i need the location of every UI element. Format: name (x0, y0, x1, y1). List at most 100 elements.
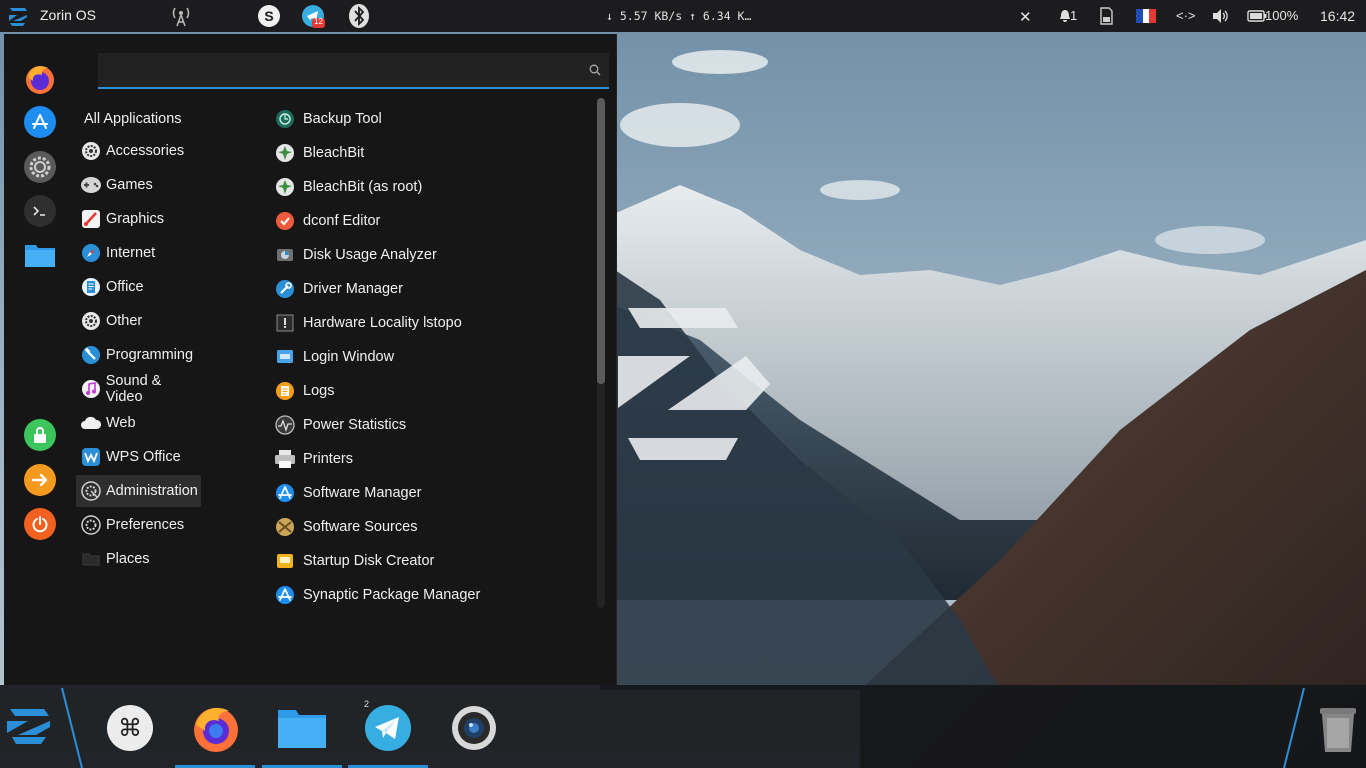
skype-icon[interactable]: S (256, 3, 282, 29)
scrollbar-thumb[interactable] (597, 98, 605, 384)
settings-icon[interactable] (24, 151, 56, 183)
preferences-icon (80, 514, 102, 536)
sd-card-icon[interactable] (1093, 3, 1119, 29)
category-label: Web (106, 415, 136, 431)
app-hardware-locality-lstopo[interactable]: Hardware Locality lstopo (272, 307, 592, 339)
keyboard-layout-flag-icon[interactable] (1133, 3, 1159, 29)
software-manager-icon (274, 482, 296, 504)
category-programming[interactable]: Programming (76, 339, 201, 371)
software-store-icon[interactable] (24, 106, 56, 138)
app-startup-disk-creator[interactable]: Startup Disk Creator (272, 545, 592, 577)
menu-button-label[interactable]: Zorin OS (40, 7, 96, 23)
network-connection-icon[interactable]: <·> (1176, 8, 1196, 23)
bleachbit-icon (274, 142, 296, 164)
network-speed-indicator[interactable]: ↓ 5.57 KB/s ↑ 6.34 K… (606, 9, 751, 23)
power-icon[interactable] (24, 508, 56, 540)
terminal-icon[interactable] (24, 195, 56, 227)
category-label: Games (106, 177, 153, 193)
battery-percent: 100% (1265, 8, 1299, 23)
app-software-sources[interactable]: Software Sources (272, 511, 592, 543)
category-label: WPS Office (106, 449, 181, 465)
category-sound-video[interactable]: Sound & Video (76, 373, 201, 405)
app-label: Printers (303, 451, 353, 467)
dock-separator-left (61, 688, 83, 768)
zorin-menu-icon[interactable] (4, 699, 54, 749)
category-label: Preferences (106, 517, 185, 533)
category-games[interactable]: Games (76, 169, 201, 201)
app-label: Synaptic Package Manager (303, 587, 481, 603)
app-synaptic-package-manager[interactable]: Synaptic Package Manager (272, 579, 592, 611)
brush-icon (80, 208, 102, 230)
category-label: All Applications (84, 111, 182, 127)
antenna-icon[interactable] (168, 3, 194, 29)
telegram-tray-icon[interactable]: 12 (300, 3, 326, 29)
search-box (98, 53, 609, 89)
files-icon[interactable] (24, 239, 56, 271)
category-other[interactable]: Other (76, 305, 201, 337)
category-label: Programming (106, 347, 194, 363)
telegram-dock-badge: 2 (364, 699, 370, 709)
category-label: Internet (106, 245, 156, 261)
compass-icon (80, 242, 102, 264)
app-label: dconf Editor (303, 213, 381, 229)
music-icon (80, 378, 102, 400)
app-login-window[interactable]: Login Window (272, 341, 592, 373)
category-administration[interactable]: Administration (76, 475, 201, 507)
screenshot-tool-icon[interactable] (449, 703, 499, 753)
category-accessories[interactable]: Accessories (76, 135, 201, 167)
app-label: Software Manager (303, 485, 422, 501)
category-web[interactable]: Web (76, 407, 201, 439)
app-label: Software Sources (303, 519, 418, 535)
gear-icon (80, 140, 102, 162)
lock-screen-icon[interactable] (24, 419, 56, 451)
bluetooth-icon[interactable] (346, 3, 372, 29)
show-applications-icon[interactable]: ⌘ (105, 703, 155, 753)
gamepad-icon (80, 174, 102, 196)
category-wps-office[interactable]: WPS Office (76, 441, 201, 473)
app-label: Startup Disk Creator (303, 553, 435, 569)
app-label: BleachBit (as root) (303, 179, 423, 195)
category-all-applications[interactable]: All Applications (76, 103, 201, 135)
backup-icon (274, 108, 296, 130)
trash-icon[interactable] (1313, 705, 1363, 755)
app-label: BleachBit (303, 145, 365, 161)
files-dock-icon[interactable] (277, 703, 327, 753)
category-preferences[interactable]: Preferences (76, 509, 201, 541)
app-printers[interactable]: Printers (272, 443, 592, 475)
category-office[interactable]: Office (76, 271, 201, 303)
folder-icon (80, 548, 102, 570)
category-internet[interactable]: Internet (76, 237, 201, 269)
dock: ⌘ 2 (0, 685, 1366, 768)
app-power-statistics[interactable]: Power Statistics (272, 409, 592, 441)
driver-icon (274, 278, 296, 300)
app-label: Disk Usage Analyzer (303, 247, 437, 263)
app-backup-tool[interactable]: Backup Tool (272, 103, 592, 135)
hammer-icon (80, 344, 102, 366)
app-disk-usage-analyzer[interactable]: Disk Usage Analyzer (272, 239, 592, 271)
category-graphics[interactable]: Graphics (76, 203, 201, 235)
dconf-icon (274, 210, 296, 232)
category-places[interactable]: Places (76, 543, 201, 575)
volume-icon[interactable] (1207, 3, 1233, 29)
app-label: Login Window (303, 349, 395, 365)
close-icon[interactable]: ✕ (1019, 8, 1032, 26)
search-input[interactable] (98, 53, 609, 87)
synaptic-icon (274, 584, 296, 606)
zorin-logo-icon[interactable] (8, 6, 28, 26)
category-label: Office (106, 279, 144, 295)
app-dconf-editor[interactable]: dconf Editor (272, 205, 592, 237)
logout-icon[interactable] (24, 464, 56, 496)
app-driver-manager[interactable]: Driver Manager (272, 273, 592, 305)
telegram-dock-icon[interactable]: 2 (363, 699, 413, 753)
app-label: Hardware Locality lstopo (303, 315, 462, 331)
printer-icon (274, 448, 296, 470)
firefox-dock-icon[interactable] (191, 703, 241, 753)
app-logs[interactable]: Logs (272, 375, 592, 407)
clock[interactable]: 16:42 (1320, 8, 1355, 24)
app-bleachbit[interactable]: BleachBit (272, 137, 592, 169)
app-software-manager[interactable]: Software Manager (272, 477, 592, 509)
application-list-scrollbar[interactable] (597, 98, 605, 608)
app-bleachbit-root[interactable]: BleachBit (as root) (272, 171, 592, 203)
firefox-icon[interactable] (24, 63, 56, 95)
admin-icon (80, 480, 102, 502)
